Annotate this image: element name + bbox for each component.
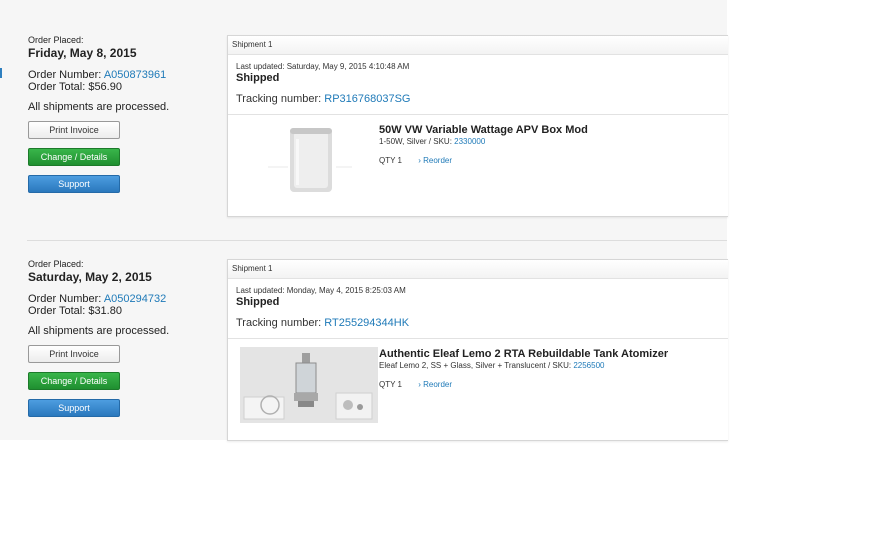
order-number-link[interactable]: A050294732	[104, 293, 166, 305]
order-summary: Order Placed: Saturday, May 2, 2015 Orde…	[28, 259, 218, 417]
shipment-card: Shipment 1 Last updated: Monday, May 4, …	[227, 259, 728, 441]
tracking-label: Tracking number:	[236, 317, 322, 329]
order-placed-label: Order Placed:	[28, 35, 84, 45]
shipment-info: Last updated: Monday, May 4, 2015 8:25:0…	[236, 286, 409, 329]
product-variant: 1-50W, Silver / SKU:	[379, 137, 452, 146]
tracking-row: Tracking number: RT255294344HK	[236, 317, 409, 329]
print-invoice-button[interactable]: Print Invoice	[28, 345, 120, 363]
product-details: Eleaf Lemo 2, SS + Glass, Silver + Trans…	[379, 361, 724, 371]
shipment-header: Shipment 1	[228, 36, 728, 55]
shipment-info: Last updated: Saturday, May 9, 2015 4:10…	[236, 62, 410, 105]
quantity: QTY 1	[379, 380, 402, 389]
shipment-status: Shipped	[236, 296, 280, 308]
shipment-header: Shipment 1	[228, 260, 728, 279]
tank-atomizer-product-image[interactable]	[240, 347, 378, 423]
order-placed-label: Order Placed:	[28, 259, 84, 269]
order-placed-date: Friday, May 8, 2015	[28, 46, 137, 60]
qty-row: QTY 1 › Reorder	[379, 156, 724, 165]
support-button[interactable]: Support	[28, 175, 120, 193]
box-mod-product-image[interactable]	[240, 123, 378, 199]
order-number-label: Order Number:	[28, 293, 102, 305]
tracking-number-link[interactable]: RT255294344HK	[324, 317, 409, 329]
quantity: QTY 1	[379, 156, 402, 165]
tracking-label: Tracking number:	[236, 93, 322, 105]
order-number-label: Order Number:	[28, 69, 102, 81]
tracking-number-link[interactable]: RP316768037SG	[324, 93, 410, 105]
item-divider	[228, 114, 728, 115]
sku-link[interactable]: 2256500	[573, 361, 604, 370]
product-variant: Eleaf Lemo 2, SS + Glass, Silver + Trans…	[379, 361, 572, 370]
qty-row: QTY 1 › Reorder	[379, 380, 724, 389]
sku-link[interactable]: 2330000	[454, 137, 485, 146]
processed-status: All shipments are processed.	[28, 325, 170, 337]
order-total: Order Total: $56.90	[28, 81, 122, 93]
support-button[interactable]: Support	[28, 399, 120, 417]
product-title[interactable]: 50W VW Variable Wattage APV Box Mod	[379, 124, 724, 137]
item-divider	[228, 338, 728, 339]
last-updated: Last updated: Monday, May 4, 2015 8:25:0…	[236, 286, 406, 295]
reorder-link[interactable]: › Reorder	[418, 380, 452, 389]
shipment-card: Shipment 1 Last updated: Saturday, May 9…	[227, 35, 728, 217]
processed-status: All shipments are processed.	[28, 101, 170, 113]
order-number-link[interactable]: A050873961	[104, 69, 166, 81]
product-details: 1-50W, Silver / SKU: 2330000	[379, 137, 724, 147]
order-number-row: Order Number: A050294732	[28, 293, 218, 305]
order-block: Order Placed: Saturday, May 2, 2015 Orde…	[0, 241, 728, 441]
change-details-button[interactable]: Change / Details	[28, 372, 120, 390]
order-summary: Order Placed: Friday, May 8, 2015 Order …	[28, 35, 218, 193]
product-info: 50W VW Variable Wattage APV Box Mod 1-50…	[379, 124, 724, 165]
last-updated: Last updated: Saturday, May 9, 2015 4:10…	[236, 62, 410, 71]
order-placed-date: Saturday, May 2, 2015	[28, 270, 152, 284]
order-block: Order Placed: Friday, May 8, 2015 Order …	[0, 0, 728, 230]
change-details-button[interactable]: Change / Details	[28, 148, 120, 166]
shipment-label: Shipment 1	[232, 40, 273, 49]
product-info: Authentic Eleaf Lemo 2 RTA Rebuildable T…	[379, 348, 724, 389]
tracking-row: Tracking number: RP316768037SG	[236, 93, 410, 105]
orders-page: Order Placed: Friday, May 8, 2015 Order …	[0, 0, 728, 441]
product-title[interactable]: Authentic Eleaf Lemo 2 RTA Rebuildable T…	[379, 348, 724, 361]
shipment-label: Shipment 1	[232, 264, 273, 273]
order-total: Order Total: $31.80	[28, 305, 122, 317]
shipment-status: Shipped	[236, 72, 280, 84]
print-invoice-button[interactable]: Print Invoice	[28, 121, 120, 139]
reorder-link[interactable]: › Reorder	[418, 156, 452, 165]
order-number-row: Order Number: A050873961	[28, 69, 218, 81]
